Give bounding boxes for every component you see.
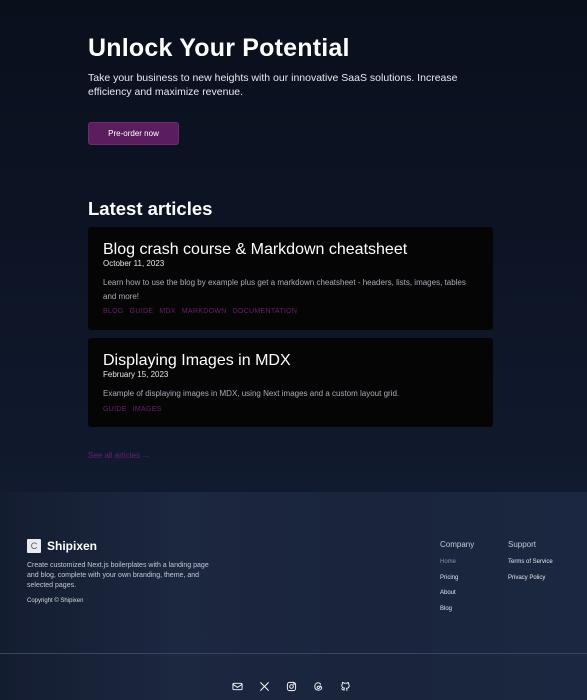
- footer-link-blog[interactable]: Blog: [440, 606, 474, 612]
- x-icon[interactable]: [258, 680, 270, 692]
- footer-column-title: Support: [508, 540, 537, 549]
- footer-link-pricing[interactable]: Pricing: [440, 575, 474, 581]
- article-date: February 15, 2023: [103, 370, 169, 379]
- article-title[interactable]: Displaying Images in MDX: [103, 351, 478, 370]
- github-icon[interactable]: [339, 680, 351, 692]
- brand-name: Shipixen: [47, 539, 98, 553]
- hero-subtitle: Take your business to new heights with o…: [88, 72, 458, 98]
- article-date: October 11, 2023: [103, 259, 165, 268]
- footer-column-title: Company: [440, 540, 475, 549]
- tag-link[interactable]: MDX: [159, 308, 175, 315]
- mail-icon[interactable]: [231, 680, 243, 692]
- copyright: Copyright © Shipixen: [27, 598, 84, 604]
- article-card[interactable]: Displaying Images in MDX February 15, 20…: [88, 338, 493, 427]
- tag-link[interactable]: MARKDOWN: [182, 308, 227, 315]
- brand-description: Create customized Next.js boilerplates w…: [27, 562, 209, 589]
- threads-icon[interactable]: [312, 680, 324, 692]
- footer-link-home[interactable]: Home: [440, 559, 474, 565]
- tag-link[interactable]: IMAGES: [133, 406, 162, 413]
- article-summary: Example of displaying images in MDX, usi…: [103, 389, 400, 398]
- tag-link[interactable]: GUIDE: [130, 308, 154, 315]
- article-title[interactable]: Blog crash course & Markdown cheatsheet: [103, 240, 478, 259]
- footer-support-nav: Support Terms of Service Privacy Policy: [508, 540, 553, 590]
- latest-articles-heading: Latest articles: [88, 198, 213, 219]
- footer-link-about[interactable]: About: [440, 590, 474, 596]
- logo-icon: C: [27, 539, 41, 553]
- tag-link[interactable]: DOCUMENTATION: [233, 308, 298, 315]
- footer-link-terms[interactable]: Terms of Service: [508, 559, 553, 565]
- footer-link-privacy[interactable]: Privacy Policy: [508, 575, 553, 581]
- footer-brand[interactable]: C Shipixen: [27, 539, 97, 553]
- pre-order-button[interactable]: Pre-order now: [88, 122, 179, 145]
- footer-company-nav: Company Home Pricing About Blog: [440, 540, 474, 621]
- site-footer: C Shipixen Create customized Next.js boi…: [0, 492, 587, 700]
- hero-title: Unlock Your Potential: [88, 34, 350, 62]
- article-summary: Learn how to use the blog by example plu…: [103, 278, 466, 301]
- article-tags: GUIDE IMAGES: [103, 406, 478, 413]
- footer-divider: [0, 653, 587, 654]
- tag-link[interactable]: BLOG: [103, 308, 124, 315]
- see-all-articles-link[interactable]: See all articles →: [88, 451, 150, 460]
- tag-link[interactable]: GUIDE: [103, 406, 127, 413]
- instagram-icon[interactable]: [285, 680, 297, 692]
- article-card[interactable]: Blog crash course & Markdown cheatsheet …: [88, 227, 493, 330]
- article-tags: BLOG GUIDE MDX MARKDOWN DOCUMENTATION: [103, 308, 478, 315]
- social-links: [231, 680, 351, 692]
